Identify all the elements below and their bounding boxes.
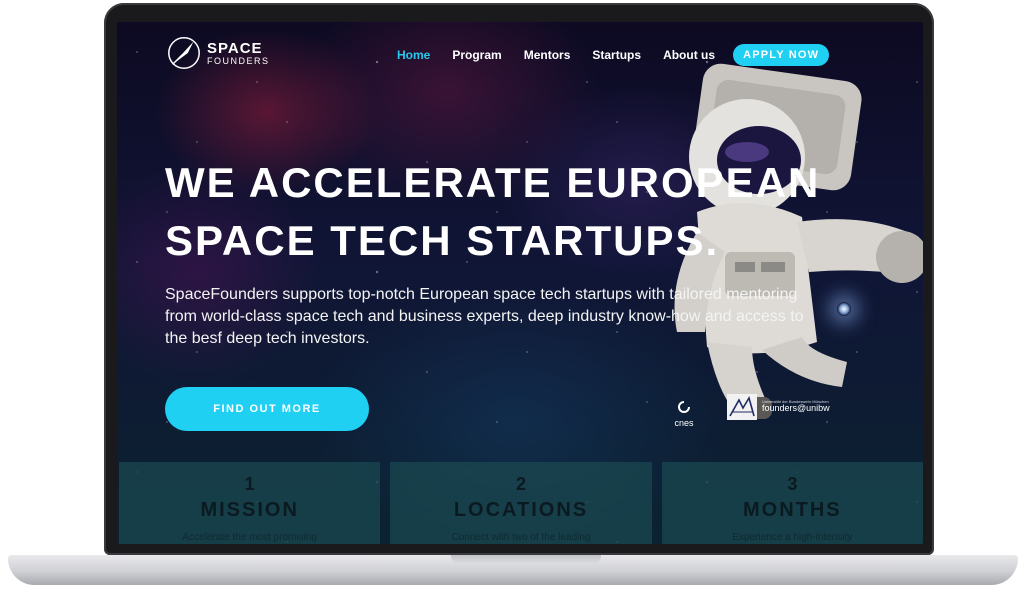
unibw-partner-logo[interactable]: Universität der Bundeswehr München found… [727, 394, 830, 420]
laptop-base [8, 555, 1018, 585]
brand-line2: FOUNDERS [207, 55, 270, 66]
apply-now-button[interactable]: APPLY NOW [733, 44, 830, 66]
cnes-logo-icon [678, 401, 690, 413]
stats-row: 1 MISSION Accelerate the most promising … [117, 462, 923, 544]
hero-title-line1: WE ACCELERATE EUROPEAN [165, 159, 821, 206]
nav-item-program[interactable]: Program [452, 48, 501, 62]
stat-number: 1 [244, 474, 255, 494]
brand-logo[interactable]: SPACE FOUNDERS [165, 34, 270, 72]
cnes-label: cnes [674, 418, 694, 428]
stat-subtext: Connect with two of the leading [451, 532, 591, 543]
nav-item-startups[interactable]: Startups [592, 48, 641, 62]
nav-item-mentors[interactable]: Mentors [524, 48, 571, 62]
stat-card-months: 3 MONTHS Experience a high-intensity [661, 462, 923, 544]
stat-number: 2 [515, 474, 526, 494]
unibw-wordmark: Universität der Bundeswehr München found… [762, 398, 830, 414]
stat-subtext: Experience a high-intensity [732, 532, 853, 543]
brand-wordmark: SPACE FOUNDERS [207, 41, 270, 66]
stat-number: 3 [787, 474, 798, 494]
nav-item-about-us[interactable]: About us [663, 48, 715, 62]
stat-label: MISSION [200, 499, 299, 521]
cnes-partner-logo[interactable]: cnes [669, 400, 699, 428]
unibw-subtitle: Universität der Bundeswehr München [762, 398, 829, 404]
stat-label: LOCATIONS [453, 499, 589, 521]
website-screen: SPACE FOUNDERS Home Program Mentors Star… [117, 22, 923, 544]
stat-card-locations: 2 LOCATIONS Connect with two of the lead… [390, 462, 652, 544]
stat-card-mission: 1 MISSION Accelerate the most promising [119, 462, 381, 544]
star-glow [837, 302, 851, 316]
laptop-notch [451, 555, 601, 564]
unibw-logo-icon [727, 394, 757, 420]
hero-description: SpaceFounders supports top-notch Europea… [165, 286, 804, 347]
main-nav: Home Program Mentors Startups About us A… [397, 44, 830, 66]
stat-subtext: Accelerate the most promising [182, 532, 317, 543]
stat-label: MONTHS [742, 499, 842, 521]
nav-item-home[interactable]: Home [397, 48, 430, 62]
hero-title-line2: SPACE TECH STARTUPS. [165, 217, 720, 264]
unibw-label: founders@unibw [762, 403, 830, 414]
rocket-logo-icon [168, 37, 200, 69]
find-out-more-button[interactable]: FIND OUT MORE [165, 387, 369, 431]
brand-line1: SPACE [207, 39, 263, 57]
hero-title: WE ACCELERATE EUROPEAN SPACE TECH STARTU… [165, 154, 865, 270]
